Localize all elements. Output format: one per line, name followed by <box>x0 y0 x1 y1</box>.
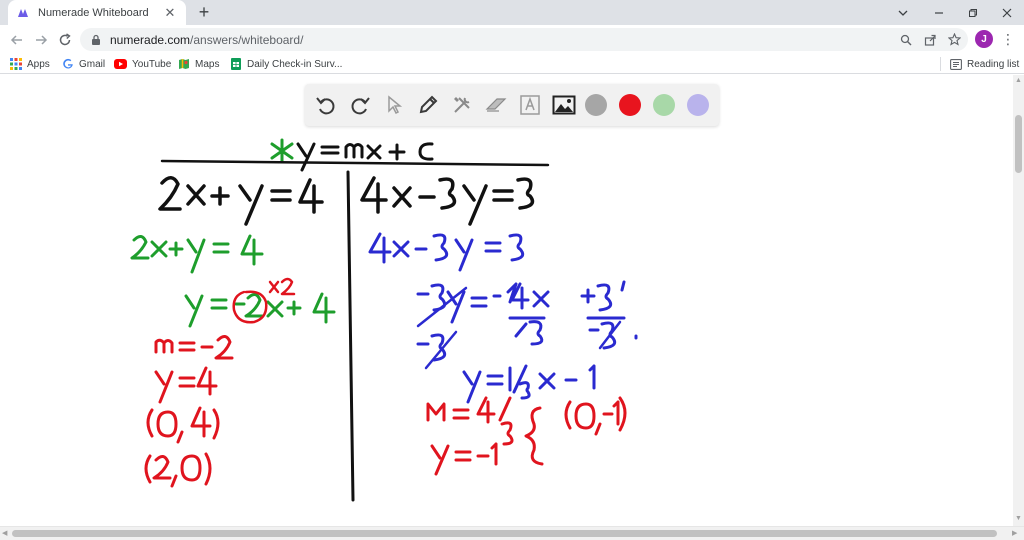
handwriting-layer <box>130 138 638 502</box>
profile-avatar[interactable]: J <box>975 30 993 48</box>
address-bar[interactable]: numerade.com/answers/whiteboard/ <box>80 28 968 51</box>
vertical-scroll-thumb[interactable] <box>1015 115 1022 173</box>
close-window-icon[interactable] <box>990 0 1024 25</box>
tab-title: Numerade Whiteboard <box>38 6 149 19</box>
bookmarks-separator <box>940 57 941 71</box>
vertical-divider <box>346 170 355 502</box>
google-icon <box>63 58 73 69</box>
lock-icon <box>92 34 100 45</box>
bookmark-apps[interactable]: Apps <box>10 56 50 72</box>
zoom-icon[interactable] <box>896 28 916 51</box>
maps-icon <box>179 59 189 69</box>
minimize-icon[interactable] <box>922 0 956 25</box>
left-header-equation <box>158 176 324 226</box>
header-equation <box>160 142 550 172</box>
bookmark-youtube[interactable]: YouTube <box>114 56 171 72</box>
apps-grid-icon <box>10 58 22 70</box>
bookmarks-bar: Apps Gmail YouTube Maps Daily Check-in S… <box>0 54 1024 74</box>
scroll-up-arrow-icon[interactable]: ▲ <box>1015 77 1022 84</box>
browser-tab[interactable]: Numerade Whiteboard ✕ <box>8 0 186 25</box>
reading-list-icon <box>950 58 962 70</box>
red-annotation-circle <box>232 277 296 324</box>
bookmark-maps[interactable]: Maps <box>178 56 219 72</box>
horizontal-scrollbar[interactable]: ◀ ▶ <box>0 526 1024 540</box>
restore-icon[interactable] <box>956 0 990 25</box>
tab-close-icon[interactable]: ✕ <box>162 5 178 21</box>
chrome-menu-icon[interactable]: ⋮ <box>1000 29 1016 49</box>
reading-list-button[interactable]: Reading list <box>950 56 1019 72</box>
scroll-right-arrow-icon[interactable]: ▶ <box>1012 529 1017 537</box>
vertical-scrollbar[interactable]: ▲ ▼ <box>1013 75 1024 526</box>
bookmark-daily-check-in[interactable]: Daily Check-in Surv... <box>230 56 342 72</box>
share-icon[interactable] <box>920 28 940 51</box>
tab-search-icon[interactable] <box>886 0 920 25</box>
bookmark-gmail[interactable]: Gmail <box>62 56 105 72</box>
right-header-equation <box>360 176 535 226</box>
scroll-down-arrow-icon[interactable]: ▼ <box>1015 515 1022 522</box>
header-star <box>270 138 294 164</box>
reload-icon[interactable] <box>54 29 76 51</box>
new-tab-button[interactable]: + <box>194 2 214 22</box>
whiteboard-canvas[interactable] <box>0 75 1013 526</box>
right-red-work <box>426 396 627 476</box>
bookmark-star-icon[interactable] <box>944 28 964 51</box>
right-blue-work <box>368 232 638 404</box>
tab-strip: Numerade Whiteboard ✕ + <box>0 0 1024 25</box>
sheets-icon <box>231 58 241 70</box>
browser-toolbar: numerade.com/answers/whiteboard/ <box>0 25 1024 54</box>
url-text: numerade.com/answers/whiteboard/ <box>110 32 304 47</box>
left-green-work <box>130 234 336 328</box>
scroll-left-arrow-icon[interactable]: ◀ <box>2 529 7 537</box>
numerade-logo-icon <box>18 8 28 17</box>
left-red-work <box>144 335 234 488</box>
youtube-icon <box>114 59 127 69</box>
back-arrow-icon[interactable] <box>6 29 28 51</box>
forward-arrow-icon[interactable] <box>30 29 52 51</box>
horizontal-scroll-thumb[interactable] <box>12 530 997 537</box>
